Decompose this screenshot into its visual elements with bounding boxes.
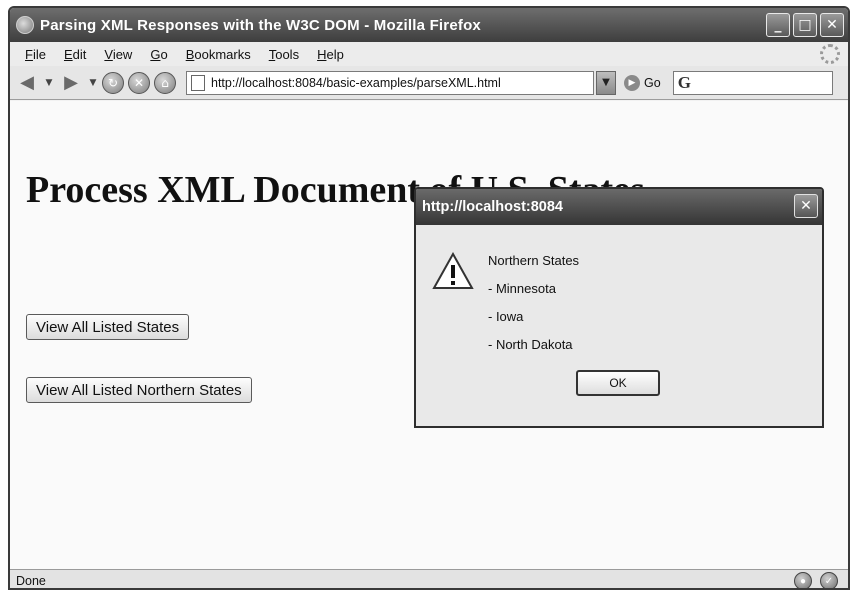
- close-button[interactable]: ✕: [820, 13, 844, 37]
- menu-file[interactable]: File: [16, 47, 55, 62]
- ok-button[interactable]: OK: [576, 370, 660, 396]
- menu-bookmarks[interactable]: Bookmarks: [177, 47, 260, 62]
- url-text: http://localhost:8084/basic-examples/par…: [211, 75, 501, 90]
- window-title: Parsing XML Responses with the W3C DOM -…: [40, 16, 481, 34]
- alert-dialog: http://localhost:8084 ✕ Northern States …: [414, 187, 824, 428]
- message-line: Northern States: [488, 253, 580, 268]
- forward-icon[interactable]: ▶: [58, 71, 84, 95]
- title-bar: Parsing XML Responses with the W3C DOM -…: [10, 8, 848, 42]
- check-icon[interactable]: ✓: [820, 572, 838, 588]
- view-all-states-button[interactable]: View All Listed States: [26, 314, 190, 340]
- page-icon: [191, 74, 205, 91]
- stop-icon[interactable]: ✕: [128, 71, 150, 94]
- status-text: Done: [16, 574, 46, 588]
- warning-icon: [432, 252, 474, 289]
- home-icon[interactable]: ⌂: [154, 71, 176, 94]
- message-line: - North Dakota: [488, 337, 573, 352]
- dialog-message: Northern States - Minnesota - Iowa - Nor…: [488, 247, 579, 359]
- dialog-close-button[interactable]: ✕: [794, 194, 818, 218]
- google-search-icon: G: [677, 72, 691, 92]
- status-bar: Done ● ✓: [10, 569, 848, 588]
- url-input[interactable]: http://localhost:8084/basic-examples/par…: [186, 70, 594, 95]
- back-icon[interactable]: ◀: [14, 71, 40, 95]
- message-line: - Iowa: [488, 309, 524, 324]
- menu-bar: File Edit View Go Bookmarks Tools Help: [10, 42, 848, 66]
- firefox-icon: [16, 16, 34, 34]
- go-icon: ▶: [624, 74, 640, 91]
- back-dropdown-icon[interactable]: ▼: [44, 71, 54, 95]
- url-dropdown-icon[interactable]: ▼: [596, 70, 616, 95]
- window-controls: _ □ ✕: [766, 13, 844, 37]
- dialog-title: http://localhost:8084: [416, 189, 822, 225]
- menu-edit[interactable]: Edit: [55, 47, 95, 62]
- search-input[interactable]: G: [672, 70, 833, 95]
- message-line: - Minnesota: [488, 281, 556, 296]
- reload-icon[interactable]: ↻: [102, 71, 124, 94]
- menu-help[interactable]: Help: [308, 47, 353, 62]
- menu-view[interactable]: View: [95, 47, 141, 62]
- menu-go[interactable]: Go: [141, 47, 176, 62]
- go-button[interactable]: ▶ Go: [624, 74, 661, 91]
- security-icon[interactable]: ●: [794, 572, 812, 588]
- maximize-button[interactable]: □: [793, 13, 817, 37]
- status-icons: ● ✓: [794, 572, 838, 588]
- throbber-icon: [820, 44, 840, 64]
- view-northern-states-button[interactable]: View All Listed Northern States: [26, 377, 252, 403]
- minimize-button[interactable]: _: [766, 13, 790, 37]
- menu-tools[interactable]: Tools: [260, 47, 308, 62]
- navigation-toolbar: ◀ ▼ ▶ ▼ ↻ ✕ ⌂ http://localhost:8084/basi…: [10, 66, 848, 100]
- forward-dropdown-icon[interactable]: ▼: [88, 71, 98, 95]
